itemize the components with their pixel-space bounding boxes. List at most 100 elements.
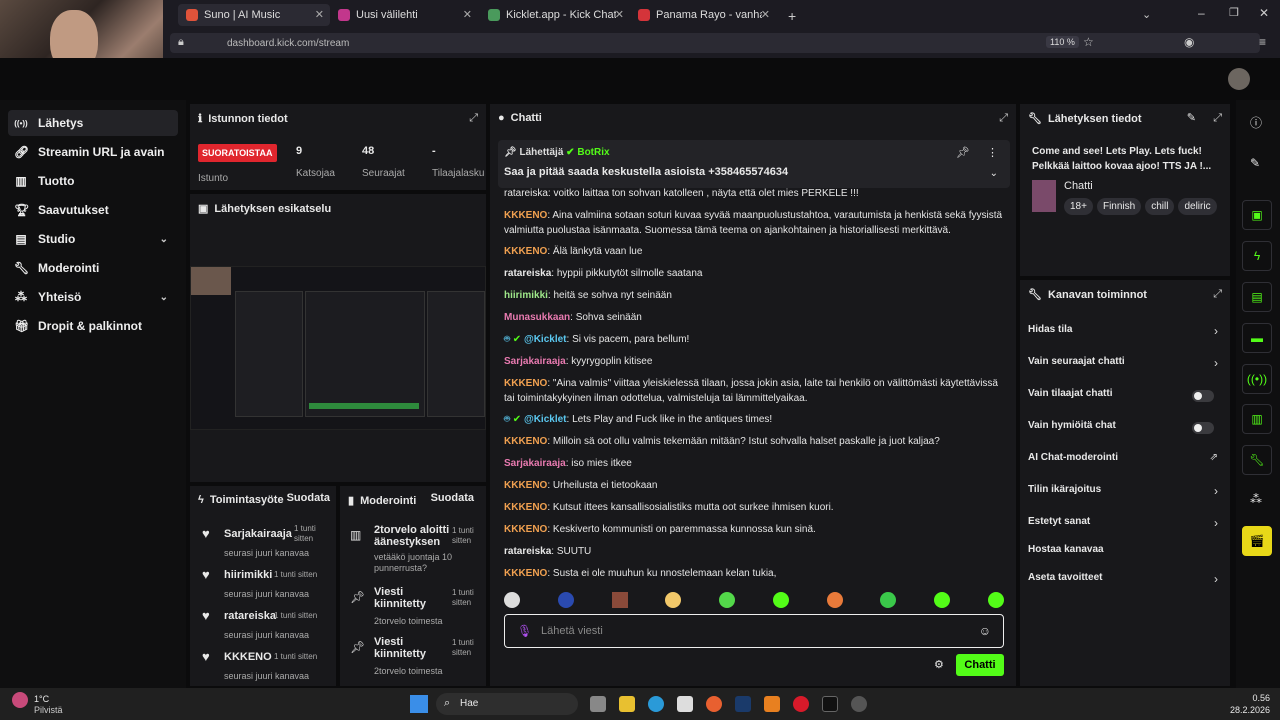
- channel-action-item[interactable]: Hidas tila ›: [1020, 324, 1230, 342]
- chevron-right-icon[interactable]: ›: [1214, 572, 1218, 586]
- wrench-icon[interactable]: 🔧︎: [1242, 445, 1272, 475]
- activity-item[interactable]: ♥ Sarjakairaaja 1 tunti sitten seurasi juur…: [198, 524, 334, 562]
- chat-username[interactable]: ratareiska: [504, 268, 551, 279]
- close-tab-icon[interactable]: ✕: [315, 8, 324, 21]
- settings-gear-icon[interactable]: ⚙: [934, 658, 944, 671]
- sidebar-item-3[interactable]: 🏆︎ Saavutukset: [8, 197, 178, 223]
- sidebar-item-4[interactable]: ▤ Studio ⌄: [8, 226, 178, 252]
- chat-username[interactable]: KKKENO: [504, 210, 547, 221]
- tag[interactable]: deliric: [1178, 198, 1217, 215]
- new-tab-button[interactable]: +: [788, 8, 796, 24]
- chat-input-placeholder[interactable]: Lähetä viesti: [541, 625, 603, 637]
- emote-icon[interactable]: [772, 592, 789, 608]
- chat-username[interactable]: Munasukkaan: [504, 312, 570, 323]
- clapper-icon[interactable]: 🎬︎: [1242, 526, 1272, 556]
- obs-icon[interactable]: [851, 696, 867, 712]
- chat-message[interactable]: 🤖︎ ✔ @Kicklet: Si vis pacem, para bellum…: [504, 332, 1004, 347]
- expand-icon[interactable]: ⤢: [469, 112, 478, 125]
- chat-username[interactable]: KKKENO: [504, 568, 547, 579]
- emote-icon[interactable]: [987, 592, 1004, 608]
- unpin-icon[interactable]: 📌︎: [956, 146, 970, 159]
- close-tab-icon[interactable]: ✕: [463, 8, 472, 21]
- chevron-down-icon[interactable]: ⌄: [160, 292, 168, 303]
- chat-message[interactable]: KKKENO: "Aina valmis" viittaa yleiskiele…: [504, 376, 1004, 406]
- steam-icon[interactable]: [735, 696, 751, 712]
- chat-username[interactable]: KKKENO: [504, 378, 547, 389]
- sidebar-item-0[interactable]: ((•)) Lähetys: [8, 110, 178, 136]
- close-window-icon[interactable]: ✕: [1259, 6, 1269, 20]
- chat-message[interactable]: ratareiska: hyppii pikkutytöt silmolle s…: [504, 266, 1004, 281]
- chat-message[interactable]: KKKENO: Susta ei ole muuhun ku nnostelem…: [504, 566, 1004, 581]
- chat-message[interactable]: Munasukkaan: Sohva seinään: [504, 310, 1004, 325]
- browser-tab[interactable]: Panama Rayo - vanhat hyvät m✕: [630, 4, 776, 26]
- chat-username[interactable]: @Kicklet: [524, 334, 567, 345]
- account-icon[interactable]: ◉: [1184, 35, 1194, 49]
- chevron-right-icon[interactable]: ›: [1214, 324, 1218, 338]
- activity-item[interactable]: ♥ KKKENO 1 tunti sitten seurasi juuri kanav…: [198, 647, 334, 685]
- bolt-icon[interactable]: ϟ: [1242, 241, 1272, 271]
- moderation-item[interactable]: 📌︎ Viesti kiinnitetty 1 tunti sitten 2torve…: [348, 586, 484, 634]
- emote-icon[interactable]: [504, 592, 520, 608]
- channel-action-item[interactable]: Estetyt sanat ›: [1020, 516, 1230, 534]
- chat-message[interactable]: KKKENO: Urheilusta ei tietookaan: [504, 478, 1004, 493]
- chat-username[interactable]: hiirimikki: [504, 290, 548, 301]
- taskbar-search[interactable]: ⌕ Hae: [436, 693, 578, 715]
- chat-message[interactable]: 🤖︎ ✔ @Kicklet: Lets Play and Fuck like i…: [504, 412, 1004, 427]
- chat-username[interactable]: Sarjakairaaja: [504, 458, 566, 469]
- activity-item[interactable]: ♥ hiirimikki 1 tunti sitten seurasi juuri k…: [198, 565, 334, 603]
- chat-username[interactable]: KKKENO: [504, 246, 547, 257]
- layout-icon[interactable]: ▥: [1242, 404, 1272, 434]
- channel-action-item[interactable]: Hostaa kanavaa: [1020, 544, 1230, 562]
- channel-action-item[interactable]: Aseta tavoitteet ›: [1020, 572, 1230, 590]
- channel-action-item[interactable]: Vain tilaajat chatti: [1020, 388, 1230, 406]
- activity-filter-button[interactable]: Suodata: [287, 492, 330, 504]
- edit-icon[interactable]: ✎: [1187, 111, 1196, 124]
- chevron-right-icon[interactable]: ›: [1214, 516, 1218, 530]
- broadcast-icon[interactable]: ((•)): [1242, 364, 1272, 394]
- chat-message[interactable]: KKKENO: Keskiverto kommunisti on paremma…: [504, 522, 1004, 537]
- menu-icon[interactable]: ≡: [1259, 35, 1266, 49]
- chat-bubble-icon[interactable]: ▬: [1242, 323, 1272, 353]
- chat-message[interactable]: KKKENO: Kutsut ittees kansallisosialisti…: [504, 500, 1004, 515]
- activity-item[interactable]: ♥ ratareiska 1 tunti sitten seurasi juuri k…: [198, 606, 334, 644]
- weather-icon[interactable]: [12, 692, 28, 708]
- channel-action-item[interactable]: AI Chat-moderointi ⇗: [1020, 452, 1230, 470]
- chat-username[interactable]: KKKENO: [504, 436, 547, 447]
- browser-tab[interactable]: Uusi välilehti ✕: [330, 4, 478, 26]
- expand-icon[interactable]: ⤢: [1213, 288, 1222, 301]
- maximize-icon[interactable]: ❐: [1229, 6, 1239, 19]
- send-chat-button[interactable]: Chatti: [956, 654, 1004, 676]
- emote-icon[interactable]: [880, 592, 897, 608]
- moderation-filter-button[interactable]: Suodata: [431, 492, 474, 504]
- sidebar-item-6[interactable]: ⁂ Yhteisö ⌄: [8, 284, 178, 310]
- zoom-level[interactable]: 110 %: [1046, 36, 1079, 48]
- moderation-item[interactable]: ▥ 2torvelo aloitti äänestyksen 1 tunti sit…: [348, 524, 484, 573]
- bookmark-star-icon[interactable]: ☆: [1083, 35, 1094, 49]
- emote-icon[interactable]: [611, 592, 628, 608]
- channel-action-item[interactable]: Vain seuraajat chatti ›: [1020, 356, 1230, 374]
- edge-icon[interactable]: [648, 696, 664, 712]
- chevron-right-icon[interactable]: ›: [1214, 356, 1218, 370]
- more-icon[interactable]: ⋮: [987, 146, 998, 159]
- emote-icon[interactable]: [826, 592, 843, 608]
- emote-icon[interactable]: [719, 592, 736, 608]
- sidebar-item-7[interactable]: 🎁︎ Dropit & palkinnot: [8, 313, 178, 339]
- sidebar-item-5[interactable]: 🔧︎ Moderointi: [8, 255, 178, 281]
- chat-username[interactable]: KKKENO: [504, 502, 547, 513]
- tag[interactable]: chill: [1145, 198, 1175, 215]
- emote-icon[interactable]: [934, 592, 951, 608]
- store-icon[interactable]: [677, 696, 693, 712]
- tag[interactable]: 18+: [1064, 198, 1093, 215]
- browser-tab[interactable]: Suno | AI Music ✕: [178, 4, 330, 26]
- close-tab-icon[interactable]: ✕: [761, 8, 770, 21]
- avatar[interactable]: [1228, 68, 1250, 90]
- sidebar-item-2[interactable]: ▥ Tuotto: [8, 168, 178, 194]
- chevron-right-icon[interactable]: ›: [1214, 484, 1218, 498]
- pinned-message[interactable]: 📌︎ Lähettäjä ✔ BotRix Saa ja pitää saada…: [498, 140, 1010, 188]
- clock-time[interactable]: 0.56: [1230, 693, 1270, 703]
- emoji-icon[interactable]: ☺: [979, 624, 991, 638]
- taskview-icon[interactable]: [590, 696, 606, 712]
- collapse-chevron-icon[interactable]: ⌄: [990, 168, 998, 179]
- document-icon[interactable]: ▤: [1242, 282, 1272, 312]
- chat-message[interactable]: ratareiska: SUUTU: [504, 544, 1004, 559]
